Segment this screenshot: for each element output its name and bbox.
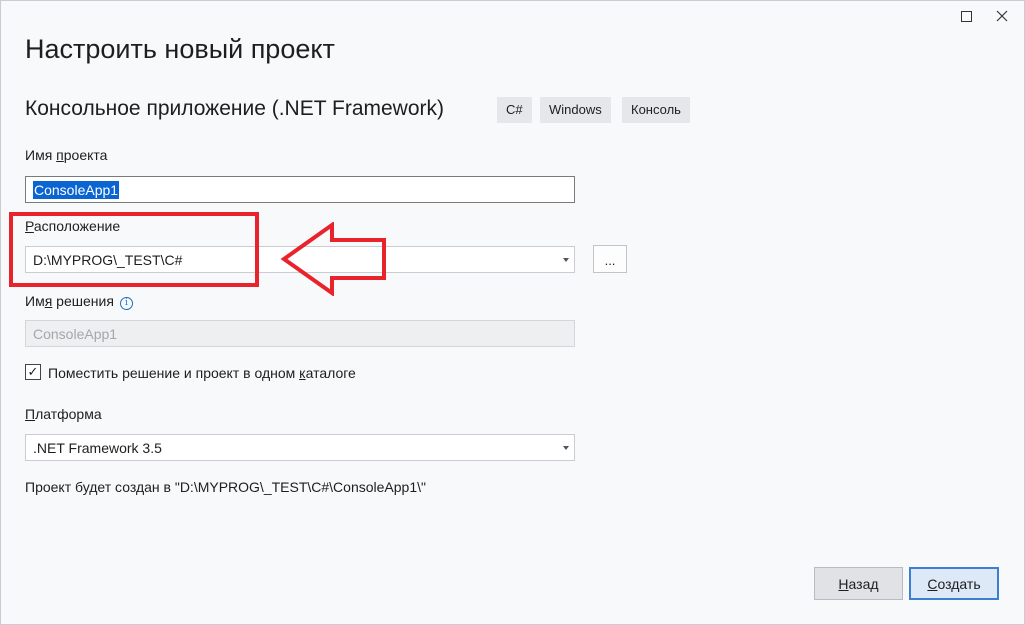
solution-name-value: ConsoleApp1 (33, 325, 118, 342)
page-title: Настроить новый проект (25, 34, 335, 64)
maximize-button[interactable] (951, 2, 981, 30)
result-path-text: Проект будет создан в "D:\MYPROG\_TEST\C… (25, 479, 426, 495)
project-name-value: ConsoleApp1 (33, 180, 120, 199)
browse-button[interactable]: ... (593, 245, 627, 273)
platform-label: Платформа (25, 406, 102, 422)
maximize-icon (960, 10, 972, 22)
tag-platform: Windows (540, 97, 611, 123)
platform-value: .NET Framework 3.5 (33, 439, 162, 456)
solution-name-label: Имя решения i (25, 293, 133, 310)
tag-project-type: Консоль (622, 97, 690, 123)
create-button[interactable]: Создать (909, 567, 999, 600)
solution-name-input: ConsoleApp1 (25, 320, 575, 347)
back-button[interactable]: Назад (814, 567, 903, 600)
platform-combobox[interactable]: .NET Framework 3.5 (25, 434, 575, 461)
dropdown-arrow-icon[interactable] (563, 446, 569, 450)
project-name-input[interactable]: ConsoleApp1 (25, 176, 575, 203)
project-name-label: Имя проекта (25, 147, 108, 163)
annotation-highlight-box (9, 212, 259, 287)
tag-language: C# (497, 97, 532, 123)
annotation-arrow-icon (280, 222, 386, 296)
close-icon (996, 10, 1008, 22)
window-frame (0, 0, 1025, 625)
same-directory-label[interactable]: Поместить решение и проект в одном катал… (48, 365, 356, 381)
project-template-name: Консольное приложение (.NET Framework) (25, 97, 445, 120)
close-button[interactable] (987, 2, 1017, 30)
info-icon[interactable]: i (119, 297, 133, 310)
same-directory-checkbox[interactable]: ✓ (25, 364, 41, 380)
dropdown-arrow-icon[interactable] (563, 258, 569, 262)
